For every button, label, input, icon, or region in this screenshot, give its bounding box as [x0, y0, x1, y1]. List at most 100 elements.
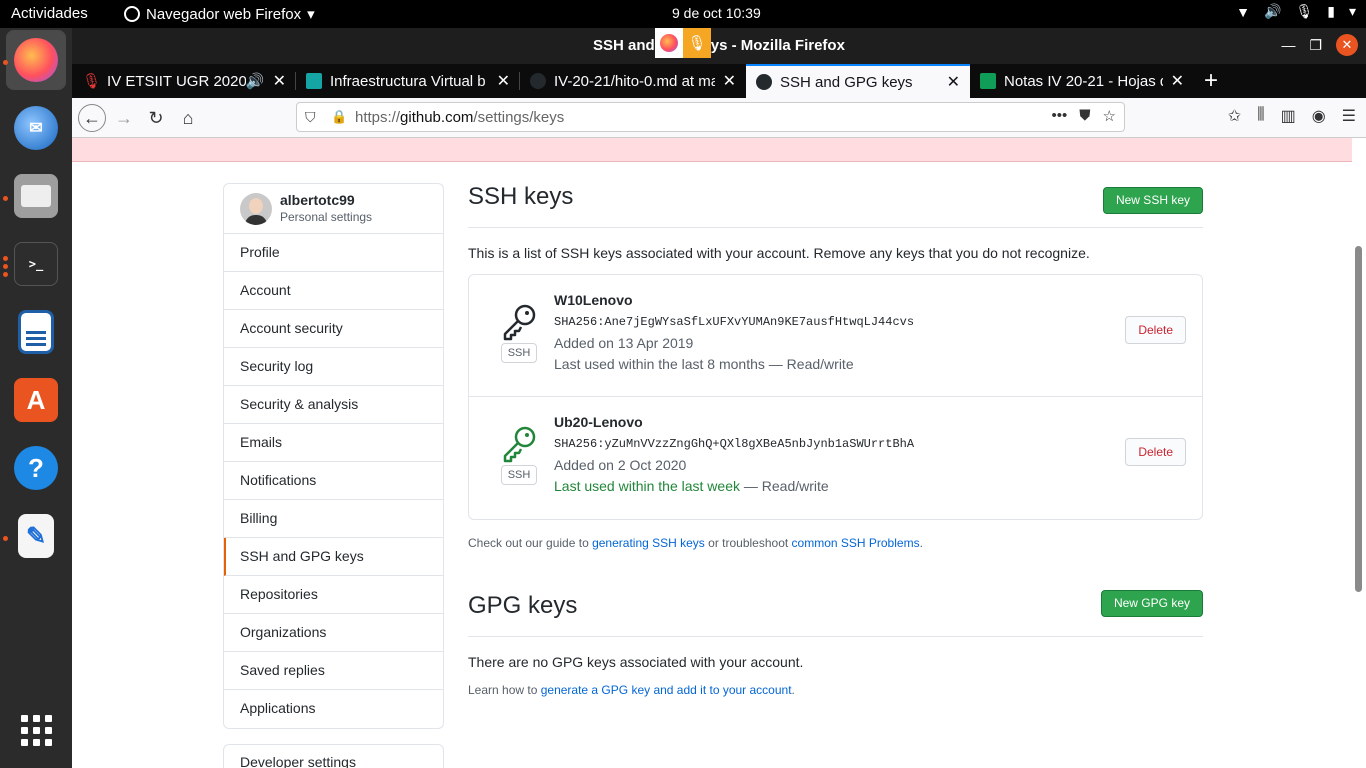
dock-terminal[interactable]: >_ — [6, 234, 66, 294]
page-content: albertotc99 Personal settings Profile Ac… — [72, 138, 1366, 768]
microphone-icon: 🎙 — [683, 28, 711, 58]
close-tab-icon[interactable]: ✕ — [947, 72, 960, 92]
ssh-key-list: SSH W10Lenovo SHA256:Ane7jEgWYsaSfLxUFXv… — [468, 274, 1203, 520]
pocket-icon[interactable]: ⛊ — [1079, 107, 1090, 125]
url-bar[interactable]: ⛉ 🔒 https://github.com/settings/keys •••… — [296, 102, 1125, 132]
personal-settings-label: Personal settings — [280, 210, 373, 224]
lock-icon[interactable]: 🔒 — [331, 109, 347, 125]
sidebar-item-ssh-gpg-keys[interactable]: SSH and GPG keys — [224, 538, 443, 576]
dock-files[interactable] — [6, 166, 66, 226]
sidebar-item-account-security[interactable]: Account security — [224, 310, 443, 348]
minimize-button[interactable]: — — [1281, 37, 1295, 53]
activities-button[interactable]: Actividades — [11, 5, 88, 22]
dock-writer[interactable] — [6, 302, 66, 362]
avatar[interactable] — [240, 193, 272, 225]
username[interactable]: albertotc99 — [280, 192, 355, 208]
reload-button[interactable]: ↻ — [142, 104, 170, 132]
sidebar-item-account[interactable]: Account — [224, 272, 443, 310]
bookmark-star-icon[interactable]: ☆ — [1103, 107, 1116, 125]
close-tab-icon[interactable]: ✕ — [497, 71, 510, 91]
dock-help[interactable]: ? — [6, 438, 66, 498]
microphone-icon: 🎙 — [82, 73, 102, 90]
hamburger-menu-icon[interactable]: ☰ — [1342, 106, 1356, 126]
navigation-toolbar: ← → ↻ ⌂ ⛉ 🔒 https://github.com/settings/… — [72, 98, 1366, 138]
microphone-icon: 🎙 — [1295, 3, 1314, 19]
sidebar-item-security-log[interactable]: Security log — [224, 348, 443, 386]
bookmarks-menu-icon[interactable]: ✩ — [1228, 106, 1241, 126]
library-icon[interactable]: ⫼ — [1257, 106, 1264, 126]
chevron-down-icon: ▾ — [1348, 3, 1356, 19]
terminal-icon: >_ — [14, 242, 58, 286]
clock[interactable]: 9 de oct 10:39 — [672, 5, 761, 21]
new-tab-button[interactable]: + — [1204, 67, 1218, 95]
text-editor-icon: ✎ — [18, 514, 54, 558]
ssh-guide-note: Check out our guide to generating SSH ke… — [468, 536, 923, 550]
apps-grid-icon — [20, 714, 52, 746]
generating-ssh-keys-link[interactable]: generating SSH keys — [592, 536, 705, 550]
url-text[interactable]: https://github.com/settings/keys — [355, 109, 564, 126]
tab-ssh-gpg-keys[interactable]: SSH and GPG keys ✕ — [746, 64, 970, 98]
user-header: albertotc99 Personal settings — [224, 184, 443, 234]
volume-icon: 🔊 — [1264, 3, 1282, 19]
maximize-button[interactable]: ❐ — [1309, 37, 1322, 54]
sidebar-item-profile[interactable]: Profile — [224, 234, 443, 272]
sidebar-item-repositories[interactable]: Repositories — [224, 576, 443, 614]
sidebar-item-developer-settings[interactable]: Developer settings — [223, 744, 444, 768]
new-gpg-key-button[interactable]: New GPG key — [1100, 590, 1203, 617]
page-actions-icon[interactable]: ••• — [1052, 107, 1068, 125]
common-ssh-problems-link[interactable]: common SSH Problems — [792, 536, 920, 550]
key-title: W10Lenovo — [554, 292, 633, 308]
chevron-down-icon: ▾ — [307, 6, 315, 23]
close-tab-icon[interactable]: ✕ — [723, 71, 736, 91]
gnome-top-bar: Actividades Navegador web Firefox ▾ 9 de… — [0, 0, 1366, 28]
tab-notas-iv[interactable]: Notas IV 20-21 - Hojas de ✕ — [970, 64, 1194, 98]
sidebar-icon[interactable]: ▥ — [1281, 106, 1296, 126]
show-applications-button[interactable] — [6, 700, 66, 760]
tab-hito-0[interactable]: IV-20-21/hito-0.md at ma ✕ — [520, 64, 746, 98]
dock-software[interactable]: A — [6, 370, 66, 430]
delete-key-button[interactable]: Delete — [1125, 438, 1186, 466]
speaker-icon[interactable]: 🔊 — [246, 72, 265, 90]
scrollbar[interactable] — [1355, 246, 1362, 592]
ssh-type-badge: SSH — [501, 343, 537, 363]
ssh-type-badge: SSH — [501, 465, 537, 485]
software-center-icon: A — [14, 378, 58, 422]
window-title: SSH and ys - Mozilla Firefox — [593, 37, 845, 54]
sidebar-item-emails[interactable]: Emails — [224, 424, 443, 462]
account-icon[interactable]: ◉ — [1312, 106, 1326, 126]
close-tab-icon[interactable]: ✕ — [1171, 71, 1184, 91]
sidebar-item-saved-replies[interactable]: Saved replies — [224, 652, 443, 690]
sharing-indicator[interactable]: 🎙 — [655, 28, 711, 58]
ssh-key-row: SSH Ub20-Lenovo SHA256:yZuMnVVzzZngGhQ+Q… — [469, 397, 1202, 519]
generate-gpg-key-link[interactable]: generate a GPG key and add it to your ac… — [541, 683, 792, 697]
delete-key-button[interactable]: Delete — [1125, 316, 1186, 344]
gpg-empty-message: There are no GPG keys associated with yo… — [468, 654, 804, 670]
sidebar-item-security-analysis[interactable]: Security & analysis — [224, 386, 443, 424]
window-titlebar[interactable]: SSH and ys - Mozilla Firefox — ❐ ✕ — [72, 28, 1366, 64]
sidebar-item-notifications[interactable]: Notifications — [224, 462, 443, 500]
dock-text-editor[interactable]: ✎ — [6, 506, 66, 566]
forward-button[interactable]: → — [110, 104, 138, 132]
thunderbird-icon: ✉ — [14, 106, 58, 150]
back-button[interactable]: ← — [78, 104, 106, 132]
sidebar-item-billing[interactable]: Billing — [224, 500, 443, 538]
tab-infraestructura[interactable]: Infraestructura Virtual b ✕ — [296, 64, 520, 98]
close-window-button[interactable]: ✕ — [1336, 34, 1358, 56]
tab-iv-etsiit[interactable]: 🎙 IV ETSIIT UGR 2020 | J 🔊 ✕ — [72, 64, 296, 98]
key-icon — [503, 304, 536, 341]
folder-icon — [14, 174, 58, 218]
tracking-protection-icon[interactable]: ⛉ — [305, 109, 316, 126]
keys-main: SSH keys New SSH key This is a list of S… — [468, 183, 1203, 697]
sidebar-item-organizations[interactable]: Organizations — [224, 614, 443, 652]
system-tray[interactable]: ▼ 🔊 🎙 ▮ ▾ — [1236, 3, 1356, 20]
home-button[interactable]: ⌂ — [174, 104, 202, 132]
app-menu[interactable]: Navegador web Firefox ▾ — [124, 5, 315, 23]
new-ssh-key-button[interactable]: New SSH key — [1102, 187, 1203, 214]
key-fingerprint: SHA256:yZuMnVVzzZngGhQ+QXl8gXBeA5nbJynb1… — [554, 437, 915, 451]
dock-firefox[interactable] — [6, 30, 66, 90]
dock-thunderbird[interactable]: ✉ — [6, 98, 66, 158]
sidebar-item-applications[interactable]: Applications — [224, 690, 443, 728]
gpg-section-header: GPG keys New GPG key — [468, 590, 1203, 637]
close-tab-icon[interactable]: ✕ — [273, 71, 286, 91]
flash-banner — [72, 138, 1352, 162]
